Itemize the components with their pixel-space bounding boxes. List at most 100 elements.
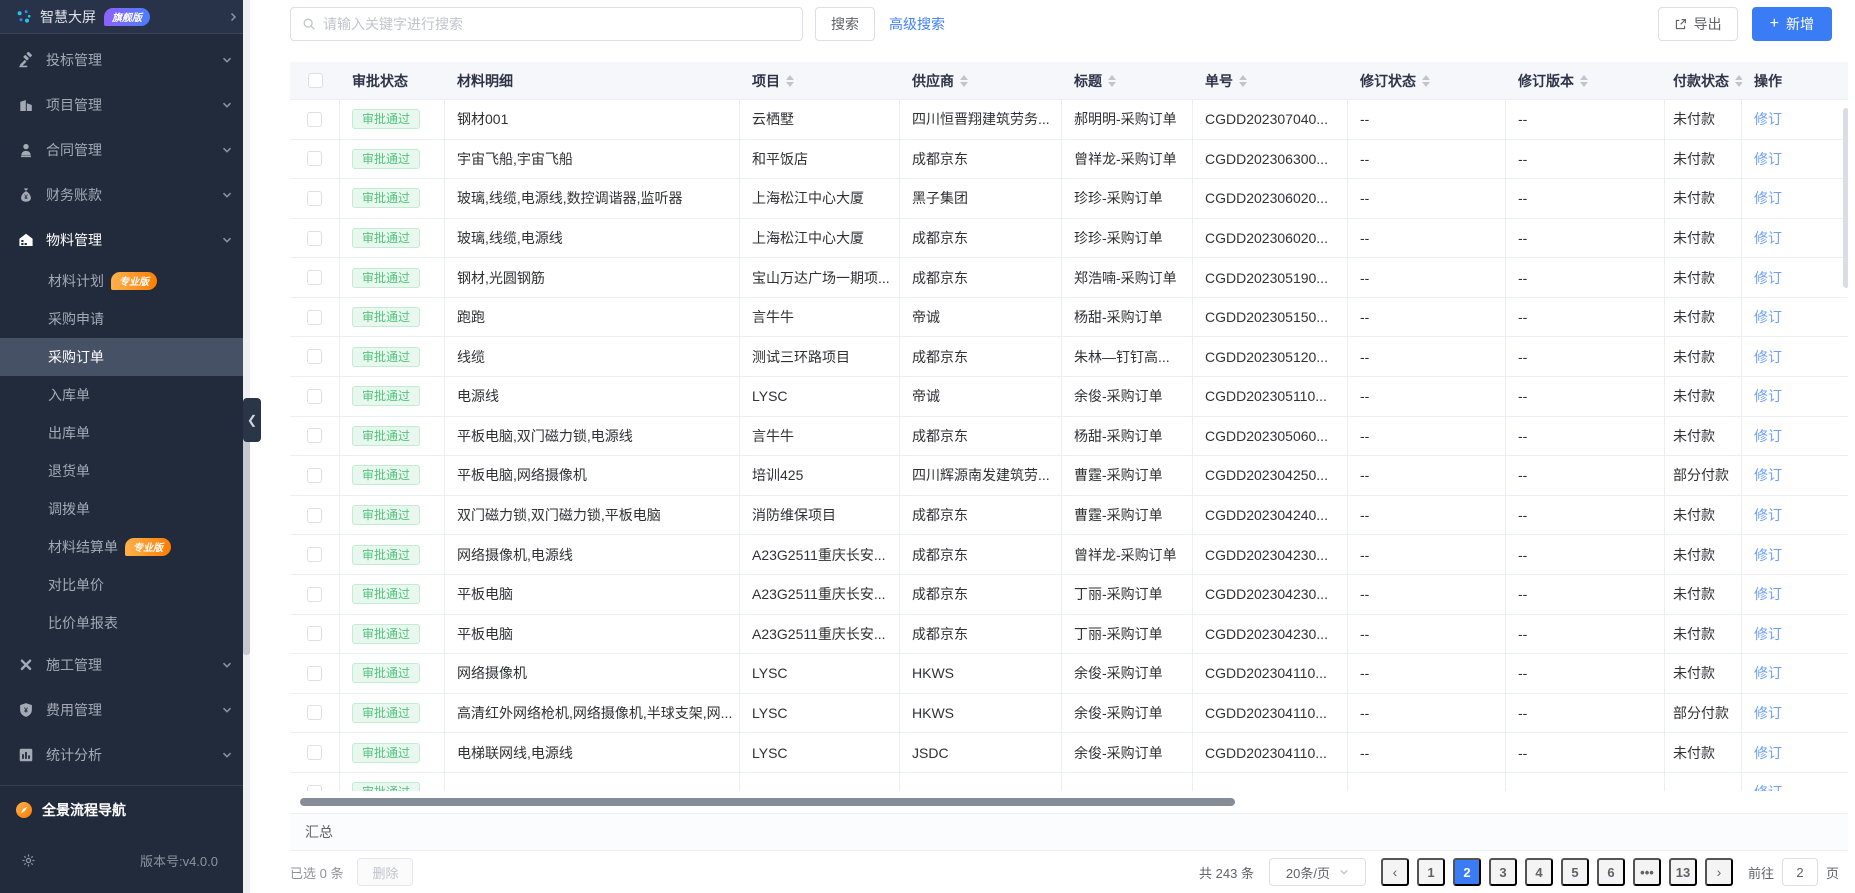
pagination-prev-button[interactable]: ‹ (1381, 858, 1409, 886)
pagination-next-button[interactable]: › (1705, 858, 1733, 886)
revise-link[interactable]: 修订 (1754, 545, 1782, 565)
sidebar-item-project-management[interactable]: 项目管理 (0, 82, 250, 127)
column-header-title[interactable]: 标题 (1062, 62, 1193, 99)
sidebar-item-material-management[interactable]: 物料管理 (0, 217, 250, 262)
pagination-page-6[interactable]: 6 (1597, 858, 1625, 886)
cell-title: 曹霆-采购订单 (1062, 456, 1193, 495)
sidebar-item-material-plan[interactable]: 材料计划专业版 (0, 262, 250, 300)
row-checkbox[interactable] (307, 270, 322, 285)
column-header-revision-status[interactable]: 修订状态 (1348, 62, 1506, 99)
advanced-search-link[interactable]: 高级搜索 (889, 14, 945, 34)
sidebar-item-material-settlement[interactable]: 材料结算单专业版 (0, 528, 250, 566)
revise-link[interactable]: 修订 (1754, 465, 1782, 485)
revise-link[interactable]: 修订 (1754, 188, 1782, 208)
sidebar-item-return-order[interactable]: 退货单 (0, 452, 250, 490)
cell-revision-status: -- (1348, 179, 1506, 218)
pagination-page-2[interactable]: 2 (1453, 858, 1481, 886)
revise-link[interactable]: 修订 (1754, 703, 1782, 723)
sidebar-item-inbound-order[interactable]: 入库单 (0, 376, 250, 414)
vertical-scrollbar-thumb[interactable] (1843, 108, 1848, 288)
pagination-page-13[interactable]: 13 (1669, 858, 1697, 886)
horizontal-scrollbar-thumb[interactable] (300, 798, 1235, 806)
add-button[interactable]: + 新增 (1752, 7, 1832, 41)
sidebar-item-construction-management[interactable]: 施工管理 (0, 642, 250, 687)
revise-link[interactable]: 修订 (1754, 584, 1782, 604)
sort-caret-icon[interactable] (1108, 75, 1116, 87)
cell-project (740, 773, 900, 791)
sidebar-item-price-compare-report[interactable]: 比价单报表 (0, 604, 250, 642)
sort-caret-icon[interactable] (786, 75, 794, 87)
row-checkbox[interactable] (307, 231, 322, 246)
cell-revision-status: -- (1348, 694, 1506, 733)
sort-caret-icon[interactable] (960, 75, 968, 87)
page-size-select[interactable]: 20条/页 (1269, 858, 1366, 886)
sidebar-item-unit-price-compare[interactable]: 对比单价 (0, 566, 250, 604)
column-header-payment-status[interactable]: 付款状态 (1665, 62, 1742, 99)
revise-link[interactable]: 修订 (1754, 426, 1782, 446)
search-button[interactable]: 搜索 (815, 7, 875, 41)
row-checkbox[interactable] (307, 428, 322, 443)
revise-link[interactable]: 修订 (1754, 149, 1782, 169)
sort-caret-icon[interactable] (1422, 75, 1430, 87)
revise-link[interactable]: 修订 (1754, 743, 1782, 763)
revise-link[interactable]: 修订 (1754, 663, 1782, 683)
pagination-page-5[interactable]: 5 (1561, 858, 1589, 886)
row-checkbox[interactable] (307, 587, 322, 602)
row-checkbox[interactable] (307, 112, 322, 127)
sidebar-item-purchase-order[interactable]: 采购订单 (0, 338, 250, 376)
row-checkbox[interactable] (307, 151, 322, 166)
sidebar-item-outbound-order[interactable]: 出库单 (0, 414, 250, 452)
export-button[interactable]: 导出 (1658, 7, 1738, 41)
revise-link[interactable]: 修订 (1754, 228, 1782, 248)
column-header-order-no[interactable]: 单号 (1193, 62, 1348, 99)
sidebar-item-statistics-analysis[interactable]: 统计分析 (0, 732, 250, 777)
pagination-ellipsis[interactable]: ••• (1633, 858, 1661, 886)
row-checkbox[interactable] (307, 349, 322, 364)
column-header-supplier[interactable]: 供应商 (900, 62, 1062, 99)
pagination-page-1[interactable]: 1 (1417, 858, 1445, 886)
row-checkbox[interactable] (307, 626, 322, 641)
sidebar-item-contract-management[interactable]: 合同管理 (0, 127, 250, 172)
revise-link[interactable]: 修订 (1754, 268, 1782, 288)
sort-caret-icon[interactable] (1239, 75, 1247, 87)
row-checkbox[interactable] (307, 508, 322, 523)
row-checkbox[interactable] (307, 468, 322, 483)
column-header-project[interactable]: 项目 (740, 62, 900, 99)
logo-dots-icon (16, 9, 32, 25)
pagination-page-3[interactable]: 3 (1489, 858, 1517, 886)
sidebar-item-transfer-order[interactable]: 调拨单 (0, 490, 250, 528)
goto-page-input[interactable] (1782, 858, 1818, 886)
pagination-page-4[interactable]: 4 (1525, 858, 1553, 886)
column-header-revision-version[interactable]: 修订版本 (1506, 62, 1665, 99)
revise-link[interactable]: 修订 (1754, 347, 1782, 367)
delete-button[interactable]: 删除 (357, 858, 413, 886)
gear-icon[interactable] (20, 853, 36, 868)
status-badge: 审批通过 (352, 624, 420, 644)
sort-caret-icon[interactable] (1580, 75, 1588, 87)
search-input[interactable] (323, 16, 791, 32)
row-checkbox[interactable] (307, 191, 322, 206)
revise-link[interactable]: 修订 (1754, 307, 1782, 327)
row-checkbox[interactable] (307, 666, 322, 681)
revise-link[interactable]: 修订 (1754, 109, 1782, 129)
cell-supplier: 成都京东 (900, 258, 1062, 297)
sidebar-item-bid-management[interactable]: 投标管理 (0, 37, 250, 82)
revise-link[interactable]: 修订 (1754, 386, 1782, 406)
row-checkbox[interactable] (307, 745, 322, 760)
sidebar-scrollbar-thumb[interactable] (243, 430, 250, 655)
row-checkbox[interactable] (307, 389, 322, 404)
revise-link[interactable]: 修订 (1754, 782, 1782, 791)
sidebar-collapse-handle[interactable]: ❮ (243, 398, 261, 442)
sidebar-item-purchase-request[interactable]: 采购申请 (0, 300, 250, 338)
sidebar-item-panorama-flow-nav[interactable]: 全景流程导航 (0, 786, 250, 834)
sort-caret-icon[interactable] (1735, 75, 1742, 87)
header-checkbox[interactable] (308, 73, 323, 88)
revise-link[interactable]: 修订 (1754, 505, 1782, 525)
sidebar-item-smart-dashboard[interactable]: 智慧大屏 旗舰版 (0, 0, 250, 34)
row-checkbox[interactable] (307, 547, 322, 562)
sidebar-item-expense-management[interactable]: ¥费用管理 (0, 687, 250, 732)
revise-link[interactable]: 修订 (1754, 624, 1782, 644)
row-checkbox[interactable] (307, 310, 322, 325)
row-checkbox[interactable] (307, 705, 322, 720)
sidebar-item-finance-accounts[interactable]: ¥财务账款 (0, 172, 250, 217)
